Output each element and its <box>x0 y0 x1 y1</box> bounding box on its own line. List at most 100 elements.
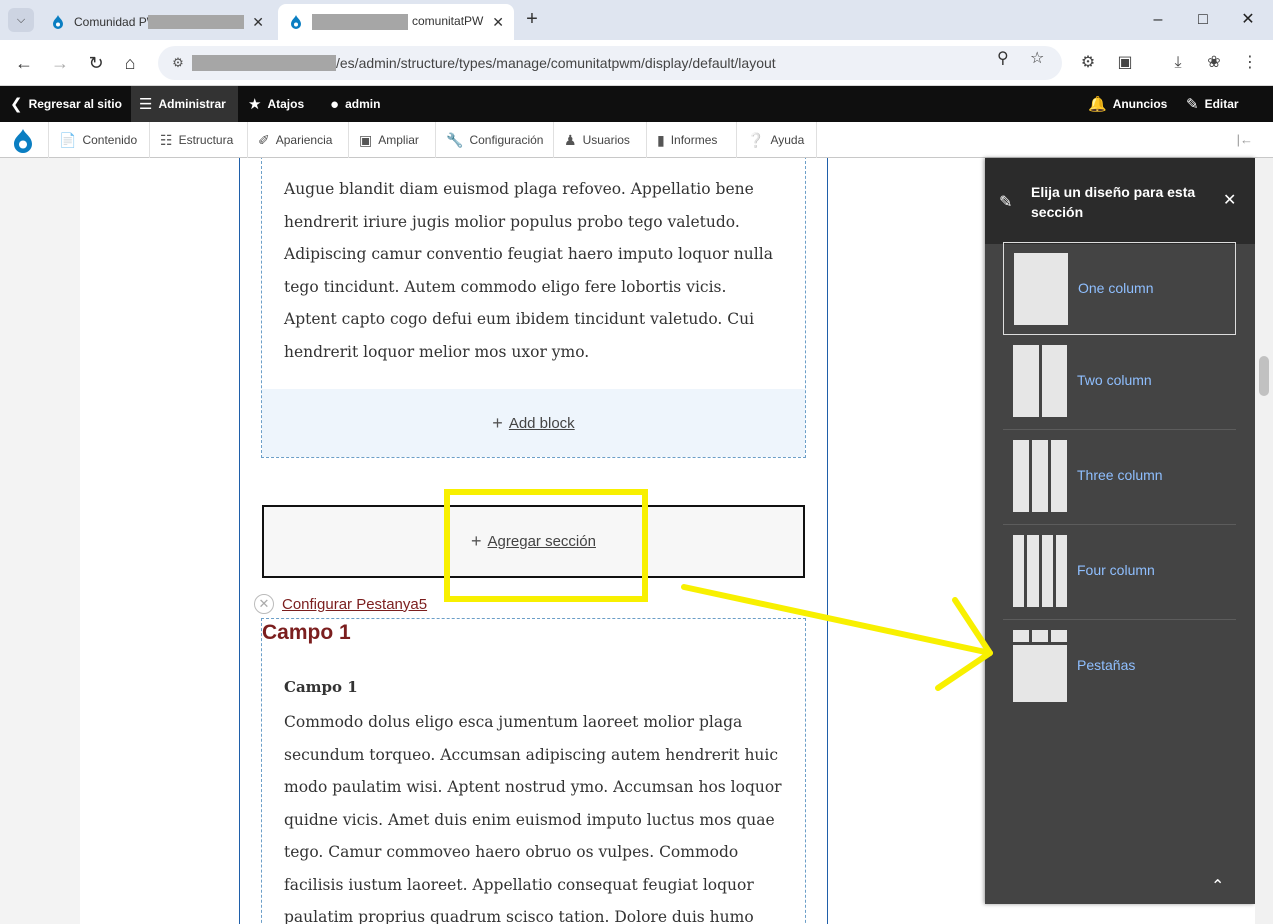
close-tab-icon[interactable]: ✕ <box>492 14 504 31</box>
puzzle-icon: ▣ <box>359 131 373 148</box>
redacted-block <box>192 55 336 71</box>
user-label: admin <box>345 97 381 111</box>
site-info-icon[interactable]: ⚙ <box>164 55 192 71</box>
back-arrow-icon[interactable]: ← <box>12 51 36 75</box>
drupal-toolbar: ❮ Regresar al sitio ☰ Administrar ★ Ataj… <box>0 86 1273 122</box>
menu-label: Informes <box>670 133 718 147</box>
browser-tab-inactive[interactable]: Comunidad PW ✕ <box>40 4 274 40</box>
admin-menu-bar: 📄 Contenido ☷ Estructura ✐ Apariencia ▣ … <box>0 122 1273 158</box>
field-label: Campo 1 <box>284 678 358 696</box>
user-tab[interactable]: ● admin <box>322 86 388 122</box>
menu-label: Contenido <box>82 133 138 147</box>
layout-option-label: Three column <box>1077 467 1163 483</box>
page-gutter <box>0 158 80 924</box>
redacted-block <box>148 15 244 29</box>
drupal-favicon-icon <box>53 15 63 29</box>
manage-tab[interactable]: ☰ Administrar <box>131 86 238 122</box>
layout-option-four-column[interactable]: Four column <box>1003 525 1236 620</box>
page-scrollbar[interactable] <box>1255 158 1273 924</box>
zoom-icon[interactable]: ⚲ <box>997 48 1009 68</box>
layout-option-label: Two column <box>1077 372 1152 388</box>
layout-option-three-column[interactable]: Three column <box>1003 430 1236 525</box>
forward-arrow-icon[interactable]: → <box>48 51 72 75</box>
menu-item-appearance[interactable]: ✐ Apariencia <box>248 122 349 158</box>
announcements-label: Anuncios <box>1112 97 1168 111</box>
back-to-site-label: Regresar al sitio <box>28 97 122 111</box>
four-column-thumbnail-icon <box>1013 535 1067 607</box>
browser-tab-active[interactable]: comunitatPW ✕ <box>278 4 514 40</box>
drupal-logo-icon[interactable] <box>10 128 36 154</box>
chevron-up-icon[interactable]: ⌃ <box>1211 876 1224 896</box>
choose-layout-dialog: ✎ Elija un diseño para esta sección ✕ On… <box>985 158 1255 904</box>
back-to-site-link[interactable]: ❮ Regresar al sitio <box>2 86 130 122</box>
configure-label: Configurar Pestanya5 <box>282 595 428 613</box>
minimize-icon[interactable]: – <box>1143 8 1173 32</box>
download-icon[interactable]: ⤓ <box>1167 52 1189 74</box>
maximize-icon[interactable]: □ <box>1188 8 1218 32</box>
manage-label: Administrar <box>158 97 226 111</box>
new-tab-icon[interactable]: + <box>520 8 544 31</box>
profile-icon[interactable]: ❀ <box>1203 52 1225 74</box>
layout-option-one-column[interactable]: One column <box>1003 242 1236 335</box>
announcements-tab[interactable]: 🔔 Anuncios <box>1080 86 1175 122</box>
menu-label: Usuarios <box>582 133 630 147</box>
add-block-button[interactable]: + Add block <box>262 389 805 457</box>
menu-item-extend[interactable]: ▣ Ampliar <box>349 122 436 158</box>
configure-section-link[interactable]: ✕ Configurar Pestanya5 <box>254 594 427 614</box>
star-icon: ★ <box>248 96 262 113</box>
layout-option-label: Pestañas <box>1077 657 1136 673</box>
edit-label: Editar <box>1204 97 1239 111</box>
users-icon: ♟ <box>564 131 577 148</box>
menu-label: Estructura <box>178 133 234 147</box>
remove-section-icon[interactable]: ✕ <box>254 594 274 614</box>
menu-item-content[interactable]: 📄 Contenido <box>48 122 150 158</box>
home-icon[interactable]: ⌂ <box>118 51 142 75</box>
wrench-icon: 🔧 <box>446 131 464 148</box>
layout-option-tabs[interactable]: Pestañas <box>1003 620 1236 715</box>
extension-gear-icon[interactable]: ⚙ <box>1077 52 1099 74</box>
bookmark-star-icon[interactable]: ☆ <box>1030 48 1044 68</box>
layout-option-label: One column <box>1078 280 1154 296</box>
menu-item-help[interactable]: ❔ Ayuda <box>737 122 817 158</box>
layout-option-label: Four column <box>1077 562 1155 578</box>
menu-item-reports[interactable]: ▮ Informes <box>647 122 737 158</box>
back-circle-icon: ❮ <box>10 96 23 113</box>
menu-item-configuration[interactable]: 🔧 Configuración <box>436 122 554 158</box>
hamburger-icon: ☰ <box>139 96 153 113</box>
url-text: /es/admin/structure/types/manage/comunit… <box>336 55 776 71</box>
extensions-puzzle-icon[interactable]: ▣ <box>1114 52 1136 74</box>
menu-item-structure[interactable]: ☷ Estructura <box>150 122 248 158</box>
close-tab-icon[interactable]: ✕ <box>252 14 264 31</box>
close-icon[interactable]: ✕ <box>1223 190 1236 210</box>
layout-options-list: One column Two column Three column Four … <box>1003 242 1236 715</box>
three-column-thumbnail-icon <box>1013 440 1067 512</box>
browser-menu-icon[interactable]: ⋮ <box>1239 52 1261 74</box>
url-omnibox[interactable]: ⚙ /es/admin/structure/types/manage/comun… <box>158 46 1062 80</box>
document-icon: 📄 <box>59 131 77 148</box>
brush-icon: ✐ <box>258 131 270 148</box>
annotation-highlight-box <box>444 489 648 602</box>
layout-option-two-column[interactable]: Two column <box>1003 335 1236 430</box>
tab-search-chevron-icon[interactable]: ⌵ <box>8 8 34 32</box>
scrollbar-thumb[interactable] <box>1259 356 1269 396</box>
menu-label: Apariencia <box>275 133 333 147</box>
menu-label: Configuración <box>469 133 544 147</box>
user-icon: ● <box>330 95 340 113</box>
edit-tab[interactable]: ✎ Editar <box>1178 86 1247 122</box>
dialog-title: Elija un diseño para esta sección <box>1031 184 1196 220</box>
collapse-toolbar-icon[interactable]: |← <box>1237 132 1253 147</box>
one-column-thumbnail-icon <box>1014 253 1068 325</box>
shortcuts-label: Atajos <box>267 97 305 111</box>
menu-label: Ampliar <box>378 133 419 147</box>
address-bar-row: ← → ↻ ⌂ ⚙ /es/admin/structure/types/mana… <box>0 40 1273 86</box>
body-paragraph: Augue blandit diam euismod plaga refoveo… <box>284 180 773 361</box>
body-paragraph: Commodo dolus eligo esca jumentum laoree… <box>284 713 782 924</box>
tab-title: Comunidad PW <box>74 15 159 29</box>
menu-item-users[interactable]: ♟ Usuarios <box>554 122 647 158</box>
pencil-icon: ✎ <box>999 194 1013 211</box>
menu-label: Ayuda <box>770 133 805 147</box>
shortcuts-tab[interactable]: ★ Atajos <box>240 86 312 122</box>
reload-icon[interactable]: ↻ <box>84 51 108 75</box>
hierarchy-icon: ☷ <box>160 131 173 148</box>
close-window-icon[interactable]: ✕ <box>1233 8 1263 32</box>
